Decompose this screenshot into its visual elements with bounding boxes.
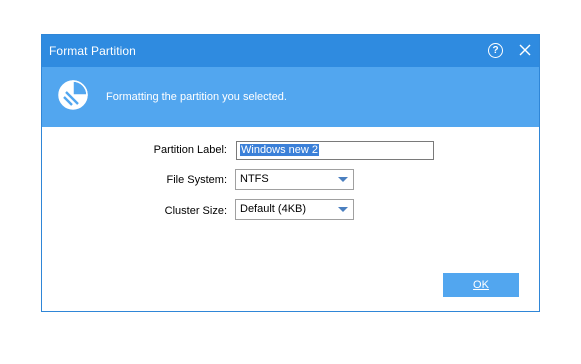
chevron-down-icon	[338, 207, 348, 212]
close-icon[interactable]	[516, 41, 534, 59]
ok-button[interactable]: OK	[443, 273, 519, 297]
help-icon[interactable]: ?	[488, 43, 503, 58]
file-system-value: NTFS	[240, 173, 269, 185]
file-system-label: File System:	[166, 174, 227, 186]
cluster-size-value: Default (4KB)	[240, 203, 307, 215]
info-banner: Formatting the partition you selected.	[42, 67, 539, 127]
partition-label-input[interactable]: Windows new 2	[236, 141, 434, 160]
title-bar: Format Partition ?	[42, 35, 539, 67]
disk-format-icon	[56, 78, 90, 112]
format-partition-dialog: Format Partition ? Formatting the partit…	[41, 34, 540, 312]
cluster-size-dropdown[interactable]: Default (4KB)	[235, 199, 354, 220]
file-system-dropdown[interactable]: NTFS	[235, 169, 354, 190]
banner-message: Formatting the partition you selected.	[106, 91, 287, 103]
chevron-down-icon	[338, 177, 348, 182]
partition-label-label: Partition Label:	[153, 144, 227, 156]
dialog-title: Format Partition	[49, 44, 136, 58]
partition-label-value: Windows new 2	[240, 144, 320, 156]
cluster-size-label: Cluster Size:	[164, 205, 227, 217]
